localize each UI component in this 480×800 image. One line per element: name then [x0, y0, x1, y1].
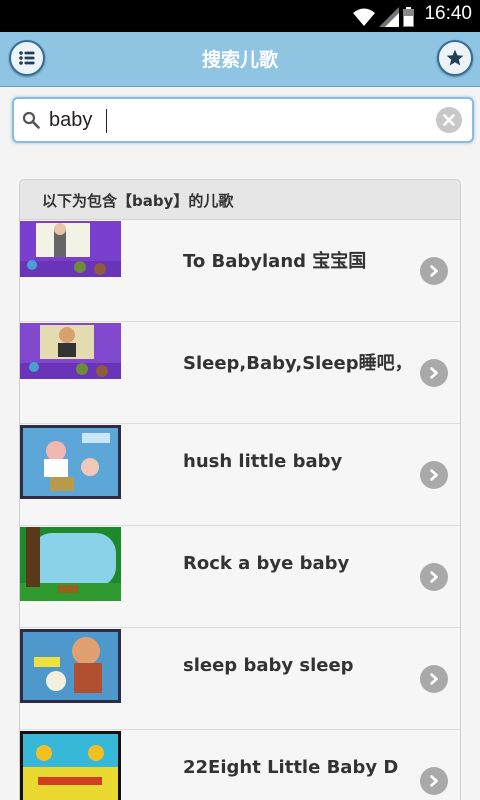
song-title: hush little baby	[183, 451, 343, 472]
song-thumbnail	[20, 425, 121, 499]
song-title: sleep baby sleep	[183, 655, 354, 676]
song-list-item[interactable]: hush little baby	[20, 424, 460, 526]
chevron-right-button[interactable]	[420, 767, 448, 795]
chevron-right-button[interactable]	[420, 257, 448, 285]
chevron-right-icon	[430, 673, 438, 685]
song-thumbnail	[20, 221, 121, 277]
page-title: 搜索儿歌	[201, 49, 278, 71]
song-thumbnail	[20, 731, 121, 800]
chevron-right-icon	[430, 571, 438, 583]
clear-search-button[interactable]	[436, 107, 462, 133]
chevron-right-button[interactable]	[420, 461, 448, 489]
chevron-right-button[interactable]	[420, 359, 448, 387]
song-thumbnail	[20, 323, 121, 379]
app-header: 搜索儿歌	[0, 32, 480, 87]
song-title: 22Eight Little Baby D	[183, 757, 399, 778]
song-list-item[interactable]: To Babyland 宝宝国	[20, 220, 460, 322]
battery-icon	[403, 7, 414, 27]
chevron-right-icon	[430, 469, 438, 481]
results-panel: 以下为包含【baby】的儿歌 To Babyland 宝宝国 Sleep,Bab…	[19, 179, 461, 800]
text-caret	[106, 109, 107, 133]
chevron-right-icon	[430, 265, 438, 277]
search-box[interactable]	[12, 97, 474, 143]
song-list-item[interactable]: 22Eight Little Baby D	[20, 730, 460, 800]
status-bar: 16:40	[0, 0, 480, 32]
search-icon	[22, 111, 40, 129]
song-list-item[interactable]: sleep baby sleep	[20, 628, 460, 730]
song-title: Rock a bye baby	[183, 553, 350, 574]
song-title: Sleep,Baby,Sleep睡吧，	[183, 353, 413, 374]
clear-icon	[443, 114, 455, 126]
signal-icon	[379, 7, 399, 27]
song-thumbnail	[20, 527, 121, 601]
chevron-right-icon	[430, 367, 438, 379]
chevron-right-button[interactable]	[420, 665, 448, 693]
results-heading: 以下为包含【baby】的儿歌	[20, 180, 460, 220]
wifi-icon	[353, 8, 375, 26]
favorites-button[interactable]	[437, 40, 473, 76]
chevron-right-button[interactable]	[420, 563, 448, 591]
chevron-right-icon	[430, 775, 438, 787]
song-title: To Babyland 宝宝国	[183, 251, 367, 272]
status-time: 16:40	[424, 3, 472, 24]
song-thumbnail	[20, 629, 121, 703]
status-icons	[353, 5, 414, 27]
song-list-item[interactable]: Sleep,Baby,Sleep睡吧，	[20, 322, 460, 424]
song-list-item[interactable]: Rock a bye baby	[20, 526, 460, 628]
star-icon	[446, 49, 464, 66]
